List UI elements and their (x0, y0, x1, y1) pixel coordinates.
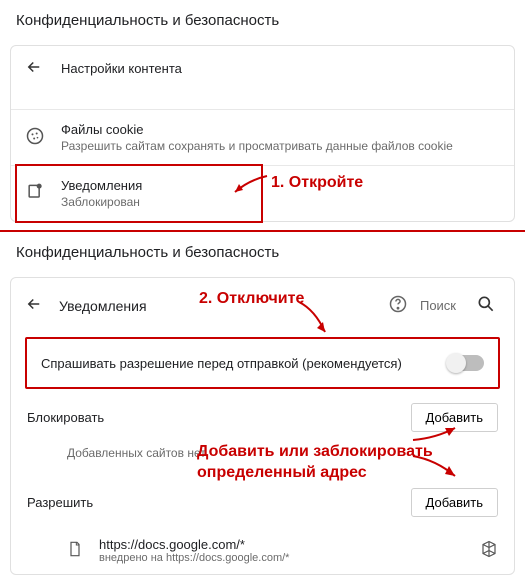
header-row: Уведомления Поиск 2. Отключите (11, 278, 514, 333)
cookies-subtitle: Разрешить сайтам сохранять и просматрива… (61, 139, 500, 153)
help-icon[interactable] (384, 290, 412, 321)
arrow-left-icon[interactable] (25, 295, 43, 316)
back-label: Настройки контента (61, 61, 182, 76)
privacy-section-header: Конфиденциальность и безопасность (0, 0, 525, 41)
cube-icon (480, 540, 498, 561)
privacy-section-header-2: Конфиденциальность и безопасность (0, 232, 525, 273)
site-url: https://docs.google.com/* (99, 537, 480, 552)
document-icon (67, 540, 83, 561)
cookies-title: Файлы cookie (61, 122, 500, 137)
block-label: Блокировать (27, 410, 411, 425)
arrow-left-icon (25, 58, 43, 79)
search-label: Поиск (420, 298, 456, 313)
add-block-button[interactable]: Добавить (411, 403, 498, 432)
ask-permission-toggle-row[interactable]: Спрашивать разрешение перед отправкой (р… (25, 337, 500, 389)
cookie-icon (25, 126, 45, 149)
add-allow-button[interactable]: Добавить (411, 488, 498, 517)
notifications-subtitle: Заблокирован (61, 195, 500, 209)
notifications-settings-panel: Уведомления Поиск 2. Отключите Спрашиват… (10, 277, 515, 575)
annotation-container: Добавленных сайтов нет Добавить или забл… (11, 442, 514, 470)
allow-section-row: Разрешить Добавить (11, 470, 514, 527)
toggle-label: Спрашивать разрешение перед отправкой (р… (41, 356, 448, 371)
notifications-row[interactable]: Уведомления Заблокирован 1. Откройте (11, 165, 514, 221)
search-icon[interactable] (472, 290, 500, 321)
allowed-site-row[interactable]: https://docs.google.com/* внедрено на ht… (11, 527, 514, 574)
cookies-row[interactable]: Файлы cookie Разрешить сайтам сохранять … (11, 109, 514, 165)
allow-label: Разрешить (27, 495, 411, 510)
empty-sites-text: Добавленных сайтов нет (11, 442, 514, 468)
page-title: Уведомления (59, 298, 147, 314)
notifications-title: Уведомления (61, 178, 500, 193)
block-section-row: Блокировать Добавить (11, 393, 514, 442)
notifications-icon (25, 182, 45, 205)
toggle-switch[interactable] (448, 355, 484, 371)
back-row[interactable]: Настройки контента (11, 46, 514, 91)
annotation-step2: 2. Отключите (199, 290, 304, 308)
annotation-arrow-icon (295, 300, 335, 340)
content-settings-panel: Настройки контента Файлы cookie Разрешит… (10, 45, 515, 222)
site-embedded-text: внедрено на https://docs.google.com/* (99, 552, 480, 564)
